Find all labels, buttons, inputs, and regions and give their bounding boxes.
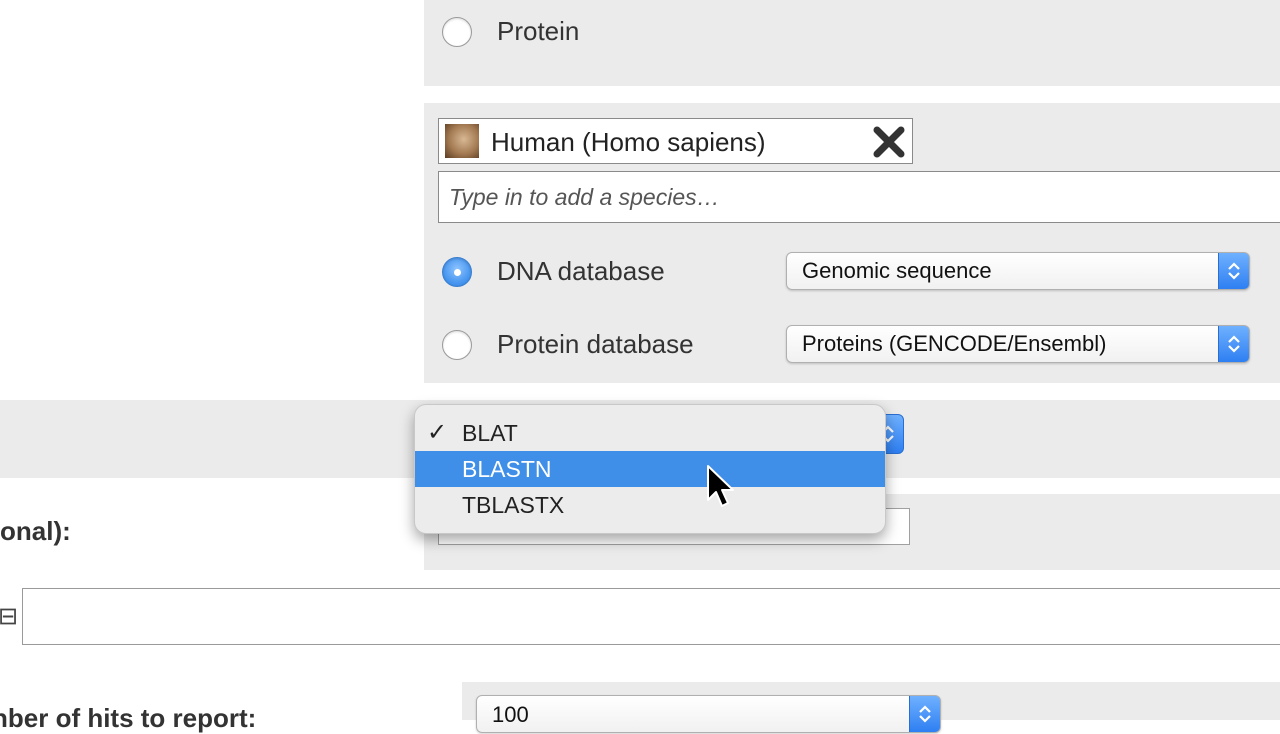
menu-item-tblastx[interactable]: TBLASTX (415, 487, 885, 523)
dna-database-select[interactable]: Genomic sequence (786, 252, 1250, 290)
protein-database-select-value: Proteins (GENCODE/Ensembl) (802, 331, 1107, 356)
mouse-cursor-icon (706, 464, 736, 512)
hits-select-value: 100 (492, 702, 529, 727)
protein-database-radio[interactable] (442, 330, 472, 360)
hits-label: nber of hits to report: (0, 703, 257, 733)
dna-database-label: DNA database (497, 256, 665, 286)
menu-item-blastn[interactable]: BLASTN (415, 451, 885, 487)
select-stepper-icon (909, 696, 940, 732)
menu-item-label: BLAT (462, 420, 518, 446)
protein-database-label: Protein database (497, 329, 694, 359)
menu-item-label: TBLASTX (462, 492, 565, 518)
species-input-placeholder: Type in to add a species… (449, 184, 720, 210)
species-input[interactable]: Type in to add a species… (438, 171, 1280, 223)
hits-select[interactable]: 100 (476, 695, 941, 733)
options-fieldset (0, 588, 1280, 645)
remove-species-icon[interactable] (871, 124, 907, 160)
collapse-icon: ⊟ (0, 603, 19, 630)
select-stepper-icon (1218, 253, 1249, 289)
options-toggle[interactable]: ⊟ (0, 588, 23, 645)
species-tag: Human (Homo sapiens) (438, 118, 913, 164)
menu-item-blat[interactable]: ✓ BLAT (415, 415, 885, 451)
dna-database-select-value: Genomic sequence (802, 258, 992, 283)
species-avatar-icon (445, 124, 479, 158)
protein-query-label: Protein (497, 16, 580, 46)
description-label: onal): (0, 516, 71, 546)
select-stepper-icon (1218, 326, 1249, 362)
species-tag-label: Human (Homo sapiens) (491, 127, 766, 157)
checkmark-icon: ✓ (427, 419, 448, 446)
protein-database-select[interactable]: Proteins (GENCODE/Ensembl) (786, 325, 1250, 363)
protein-query-radio[interactable] (442, 17, 472, 47)
dna-database-radio[interactable] (442, 257, 472, 287)
menu-item-label: BLASTN (462, 456, 552, 482)
search-tool-dropdown-menu: ✓ BLAT BLASTN TBLASTX (414, 404, 886, 534)
